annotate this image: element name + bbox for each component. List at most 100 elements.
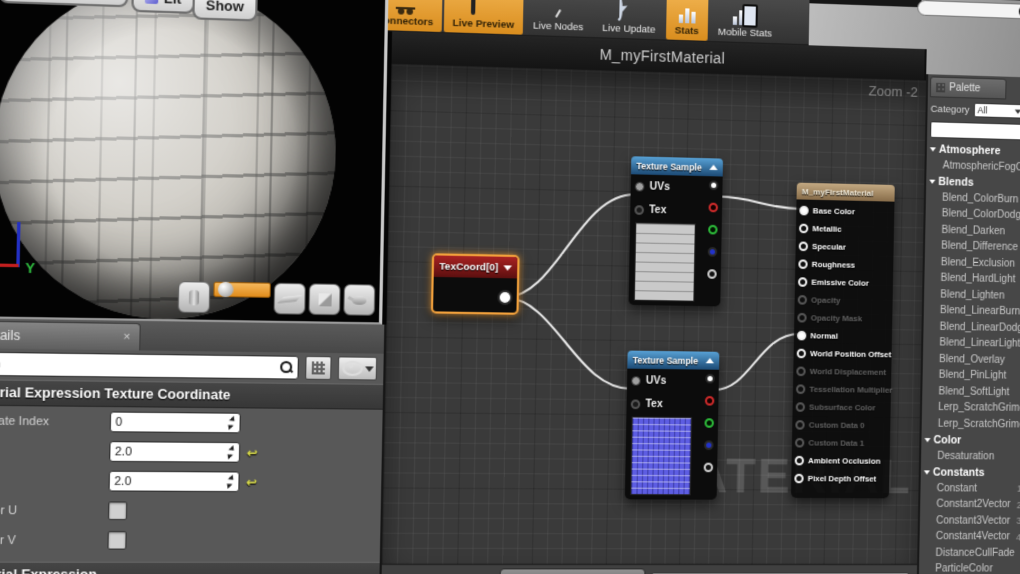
- palette-item[interactable]: Lerp_ScratchGrime: [922, 399, 1020, 416]
- palette-item[interactable]: DistanceCullFade: [919, 545, 1020, 561]
- pin-circle-icon[interactable]: [798, 223, 809, 234]
- spinner-icon[interactable]: [226, 475, 236, 487]
- palette-item[interactable]: Color: [921, 432, 1020, 449]
- stats-button[interactable]: Stats: [665, 0, 709, 41]
- live-preview-button[interactable]: Live Preview: [443, 0, 524, 35]
- green-output-pin[interactable]: [708, 224, 718, 235]
- alpha-output-pin[interactable]: [703, 462, 714, 473]
- uvs-input-pin[interactable]: [631, 375, 641, 386]
- close-icon[interactable]: ×: [123, 330, 130, 343]
- teapot-icon: [352, 295, 367, 305]
- palette-item[interactable]: Constant3Vector 3: [920, 513, 1020, 529]
- material-result-node[interactable]: M_myFirstMaterial Base Color Metallic Sp…: [790, 182, 895, 499]
- palette-item[interactable]: Blend_SoftLight: [922, 383, 1020, 400]
- details-tab[interactable]: Details ×: [0, 320, 141, 351]
- spinner-icon[interactable]: [227, 446, 237, 458]
- palette-item[interactable]: Blend_Exclusion: [925, 254, 1020, 272]
- live-update-button[interactable]: Live Update: [594, 0, 665, 39]
- utiling-input[interactable]: [109, 441, 241, 464]
- pin-circle-icon[interactable]: [797, 277, 808, 287]
- find-results-tab[interactable]: Find Results ×: [499, 568, 646, 574]
- blue-output-pin[interactable]: [707, 247, 718, 257]
- shape-cube-button[interactable]: [308, 283, 341, 316]
- details-search[interactable]: [0, 351, 299, 380]
- texture-sample-node-bottom[interactable]: Texture Sample UVs Tex: [624, 350, 720, 500]
- pin-circle-icon[interactable]: [798, 259, 808, 269]
- shape-sphere-button[interactable]: [213, 281, 271, 298]
- texture-sample-header[interactable]: Texture Sample: [627, 350, 720, 370]
- palette-item[interactable]: Constant4Vector 4: [919, 529, 1020, 545]
- category-dropdown[interactable]: All: [973, 102, 1020, 119]
- red-output-pin[interactable]: [708, 202, 719, 213]
- graph-canvas[interactable]: Zoom -2 MATERIAL TexCoord[0] Texture Sam…: [381, 63, 927, 565]
- palette-item[interactable]: Blend_LinearDodge: [923, 319, 1020, 337]
- palette-item[interactable]: Lerp_ScratchGrime2: [922, 416, 1020, 433]
- details-search-input[interactable]: [0, 355, 281, 376]
- lit-mode-button[interactable]: Lit: [131, 0, 196, 15]
- shape-cylinder-button[interactable]: [177, 281, 211, 314]
- texture-sample-node-top[interactable]: Texture Sample UVs Tex: [628, 156, 724, 307]
- palette-item[interactable]: Blend_Lighten: [924, 286, 1020, 304]
- un-mirror-v-checkbox[interactable]: [107, 530, 127, 550]
- pin-circle-icon[interactable]: [794, 455, 805, 466]
- uvs-input-pin[interactable]: [634, 181, 645, 192]
- palette-item[interactable]: ParticleColor: [919, 561, 1020, 574]
- palette-item[interactable]: Blend_LinearBurn: [924, 302, 1020, 320]
- view-options-button[interactable]: [337, 356, 378, 381]
- green-output-pin[interactable]: [704, 418, 714, 428]
- texture-sample-header[interactable]: Texture Sample: [630, 156, 724, 177]
- rgb-output-pin[interactable]: [708, 180, 719, 191]
- section-header-texture-coordinate[interactable]: Material Expression Texture Coordinate: [0, 378, 384, 410]
- pin-circle-icon[interactable]: [796, 366, 806, 377]
- shape-teapot-button[interactable]: [343, 283, 376, 316]
- pin-circle-icon[interactable]: [794, 473, 804, 484]
- pin-circle-icon[interactable]: [794, 438, 805, 448]
- spinner-icon[interactable]: [227, 417, 237, 429]
- material-input-pin-row: Base Color: [796, 201, 894, 221]
- mobile-stats-button[interactable]: Mobile Stats: [709, 0, 781, 43]
- reset-to-default-icon[interactable]: ↩: [247, 445, 258, 460]
- coordinate-index-input[interactable]: [109, 411, 241, 434]
- pin-circle-icon[interactable]: [798, 241, 809, 252]
- background-search-input[interactable]: [917, 0, 1020, 20]
- palette-item[interactable]: Desaturation: [921, 448, 1020, 465]
- pin-circle-icon[interactable]: [797, 295, 808, 305]
- palette-item[interactable]: Blend_Overlay: [923, 351, 1020, 369]
- blue-output-pin[interactable]: [704, 440, 714, 451]
- palette-item[interactable]: Blend_PinLight: [922, 367, 1020, 384]
- rgb-output-pin[interactable]: [705, 373, 715, 384]
- texcoord-output-pin[interactable]: [497, 289, 513, 306]
- section-header-material-expression[interactable]: Material Expression: [0, 561, 380, 574]
- texcoord-node[interactable]: TexCoord[0]: [430, 253, 520, 315]
- red-output-pin[interactable]: [704, 396, 715, 406]
- tex-input-pin[interactable]: [634, 204, 645, 215]
- alpha-output-pin[interactable]: [707, 269, 717, 279]
- material-input-pin-row: Tessellation Multiplier: [793, 380, 892, 399]
- property-matrix-button[interactable]: [305, 355, 332, 381]
- preview-viewport[interactable]: Perspective Lit Show Y: [0, 0, 389, 325]
- pin-circle-icon[interactable]: [797, 312, 807, 323]
- pin-circle-icon[interactable]: [796, 330, 807, 341]
- material-input-pin-row: Opacity: [794, 291, 892, 310]
- palette-item[interactable]: Constant2Vector 2: [920, 496, 1020, 513]
- palette-item[interactable]: Constants: [921, 464, 1020, 481]
- shape-plane-button[interactable]: [273, 282, 306, 315]
- pin-circle-icon[interactable]: [795, 402, 806, 412]
- show-button[interactable]: Show: [192, 0, 258, 22]
- pin-circle-icon[interactable]: [796, 348, 807, 359]
- perspective-button[interactable]: Perspective: [0, 0, 129, 8]
- palette-tab[interactable]: Palette: [929, 76, 1007, 100]
- pin-circle-icon[interactable]: [799, 205, 809, 216]
- palette-search-input[interactable]: [930, 121, 1020, 141]
- reset-to-default-icon[interactable]: ↩: [246, 474, 257, 489]
- palette-item[interactable]: Blend_HardLight: [924, 270, 1020, 288]
- pin-circle-icon[interactable]: [795, 420, 805, 430]
- pin-circle-icon[interactable]: [795, 384, 806, 394]
- un-mirror-u-checkbox[interactable]: [107, 501, 128, 521]
- vtiling-input[interactable]: [108, 470, 240, 493]
- palette-item[interactable]: Constant 1: [920, 480, 1020, 497]
- palette-item[interactable]: Blend_LinearLight: [923, 335, 1020, 353]
- texcoord-node-header[interactable]: TexCoord[0]: [433, 255, 518, 279]
- tex-input-pin[interactable]: [630, 398, 641, 409]
- live-nodes-button[interactable]: Live Nodes: [524, 0, 592, 37]
